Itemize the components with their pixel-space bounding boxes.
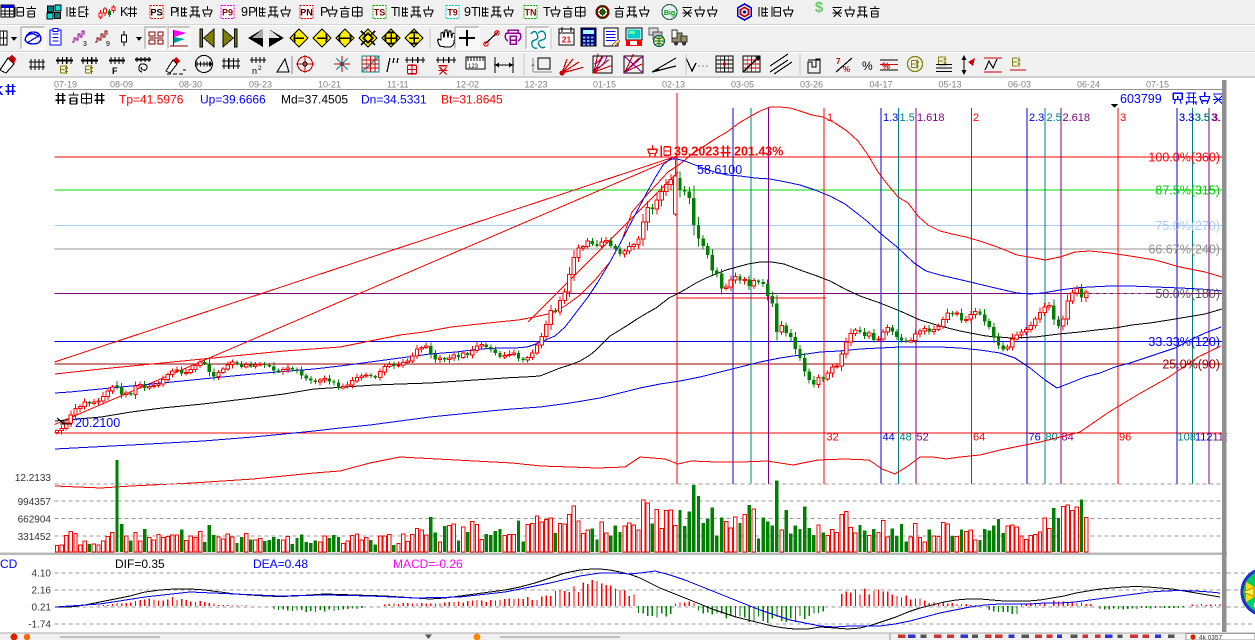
svg-text:1.5: 1.5 bbox=[900, 112, 915, 124]
svg-text:3: 3 bbox=[83, 41, 87, 48]
svg-text:9: 9 bbox=[241, 5, 248, 19]
svg-text:201.43%: 201.43% bbox=[734, 145, 783, 159]
svg-text:994357: 994357 bbox=[18, 497, 52, 508]
svg-text:50.0%(180): 50.0%(180) bbox=[1155, 287, 1220, 301]
svg-text:4k 0357: 4k 0357 bbox=[1199, 635, 1223, 640]
svg-text:Dn=34.5331: Dn=34.5331 bbox=[361, 93, 427, 107]
svg-text:39.2023: 39.2023 bbox=[674, 145, 719, 159]
svg-text:T: T bbox=[391, 5, 399, 19]
svg-text:P9: P9 bbox=[222, 8, 233, 18]
svg-text:2.3: 2.3 bbox=[1029, 112, 1044, 124]
svg-text:08-09: 08-09 bbox=[110, 80, 133, 90]
svg-text:9: 9 bbox=[464, 5, 471, 19]
svg-text:05-13: 05-13 bbox=[939, 80, 962, 90]
svg-text:04-17: 04-17 bbox=[870, 80, 893, 90]
svg-text:1.3: 1.3 bbox=[883, 112, 898, 124]
svg-text:P: P bbox=[320, 5, 328, 19]
svg-text:44: 44 bbox=[883, 432, 895, 444]
svg-text:%: % bbox=[843, 65, 850, 74]
svg-text:2: 2 bbox=[973, 112, 979, 124]
svg-text:08-30: 08-30 bbox=[179, 80, 202, 90]
svg-text:3.5: 3.5 bbox=[1195, 112, 1210, 124]
svg-text:100.0%(360): 100.0%(360) bbox=[1148, 151, 1220, 165]
svg-text:K: K bbox=[120, 5, 129, 19]
svg-text:21: 21 bbox=[562, 35, 572, 45]
svg-text:3.3: 3.3 bbox=[1179, 112, 1194, 124]
svg-text:07-15: 07-15 bbox=[1146, 80, 1169, 90]
svg-text:Big: Big bbox=[664, 10, 675, 17]
svg-text:n: n bbox=[252, 66, 257, 76]
svg-text:T: T bbox=[543, 5, 551, 19]
svg-text:12-23: 12-23 bbox=[525, 80, 548, 90]
svg-text:06-03: 06-03 bbox=[1008, 80, 1031, 90]
svg-text:02-13: 02-13 bbox=[662, 80, 685, 90]
svg-text:7: 7 bbox=[836, 57, 841, 66]
svg-text:12.2133: 12.2133 bbox=[15, 473, 52, 484]
svg-text:P: P bbox=[248, 5, 256, 19]
svg-text:$: $ bbox=[815, 0, 824, 16]
svg-text:P: P bbox=[170, 5, 178, 19]
svg-text:10-21: 10-21 bbox=[318, 80, 341, 90]
svg-text:-1.74: -1.74 bbox=[28, 620, 51, 631]
svg-text:48: 48 bbox=[900, 432, 912, 444]
svg-text:80: 80 bbox=[1046, 432, 1058, 444]
svg-text:75.0%(270): 75.0%(270) bbox=[1155, 219, 1220, 233]
svg-text:MACD=-0.26: MACD=-0.26 bbox=[393, 557, 463, 571]
svg-text:32: 32 bbox=[827, 432, 839, 444]
svg-text:%: % bbox=[882, 61, 890, 71]
svg-text:DEA=0.48: DEA=0.48 bbox=[253, 557, 308, 571]
svg-text:33.33%(120): 33.33%(120) bbox=[1148, 335, 1220, 349]
svg-text:06-24: 06-24 bbox=[1077, 80, 1100, 90]
svg-text:03-05: 03-05 bbox=[731, 80, 754, 90]
svg-text:9: 9 bbox=[106, 41, 110, 48]
svg-text:1.618: 1.618 bbox=[917, 112, 945, 124]
svg-text:3.: 3. bbox=[1212, 112, 1221, 124]
svg-text:12-02: 12-02 bbox=[456, 80, 479, 90]
svg-text:3: 3 bbox=[1120, 112, 1126, 124]
svg-text:PN: PN bbox=[300, 8, 313, 18]
svg-text:11-11: 11-11 bbox=[387, 80, 409, 90]
svg-text:Md=37.4505: Md=37.4505 bbox=[281, 93, 348, 107]
svg-text:112: 112 bbox=[1195, 432, 1213, 444]
svg-text:01-15: 01-15 bbox=[593, 80, 616, 90]
svg-text:84: 84 bbox=[1062, 432, 1074, 444]
svg-text:4.10: 4.10 bbox=[32, 569, 52, 580]
svg-text:T9: T9 bbox=[447, 8, 458, 18]
svg-text:F: F bbox=[112, 66, 118, 76]
svg-text:52: 52 bbox=[917, 432, 929, 444]
svg-text:331452: 331452 bbox=[18, 532, 52, 543]
svg-text:25.0%(90): 25.0%(90) bbox=[1162, 358, 1220, 372]
svg-text:76: 76 bbox=[1029, 432, 1041, 444]
svg-text:PS: PS bbox=[150, 8, 162, 18]
svg-text:20.2100: 20.2100 bbox=[75, 416, 120, 430]
svg-text:1: 1 bbox=[827, 112, 833, 124]
svg-text:64: 64 bbox=[973, 432, 985, 444]
svg-text:108: 108 bbox=[1178, 432, 1196, 444]
svg-text:TS: TS bbox=[374, 8, 386, 18]
svg-text:%: % bbox=[862, 59, 873, 73]
svg-text:123: 123 bbox=[468, 64, 479, 70]
svg-text:03-26: 03-26 bbox=[800, 80, 823, 90]
svg-text:87.5%(315): 87.5%(315) bbox=[1155, 184, 1220, 198]
svg-text:0.21: 0.21 bbox=[32, 603, 52, 614]
svg-text:T: T bbox=[471, 5, 479, 19]
svg-text:CD: CD bbox=[0, 557, 18, 571]
svg-text:603799: 603799 bbox=[1120, 92, 1162, 106]
svg-text:2.5: 2.5 bbox=[1047, 112, 1062, 124]
svg-text:2.618: 2.618 bbox=[1063, 112, 1091, 124]
svg-text:96: 96 bbox=[1119, 432, 1131, 444]
svg-text:09-23: 09-23 bbox=[249, 80, 272, 90]
svg-text:Up=39.6666: Up=39.6666 bbox=[200, 93, 266, 107]
svg-text:TN: TN bbox=[525, 8, 537, 18]
svg-text:07-19: 07-19 bbox=[54, 80, 77, 90]
svg-text:662904: 662904 bbox=[18, 515, 52, 526]
svg-text:2.16: 2.16 bbox=[32, 586, 52, 597]
svg-text:DIF=0.35: DIF=0.35 bbox=[115, 557, 165, 571]
svg-text:Tp=41.5976: Tp=41.5976 bbox=[119, 93, 184, 107]
svg-text:Bt=31.8645: Bt=31.8645 bbox=[441, 93, 503, 107]
svg-text:66.67%(240): 66.67%(240) bbox=[1148, 243, 1220, 257]
svg-text:2: 2 bbox=[258, 65, 262, 72]
svg-text:58.6100: 58.6100 bbox=[697, 163, 742, 177]
